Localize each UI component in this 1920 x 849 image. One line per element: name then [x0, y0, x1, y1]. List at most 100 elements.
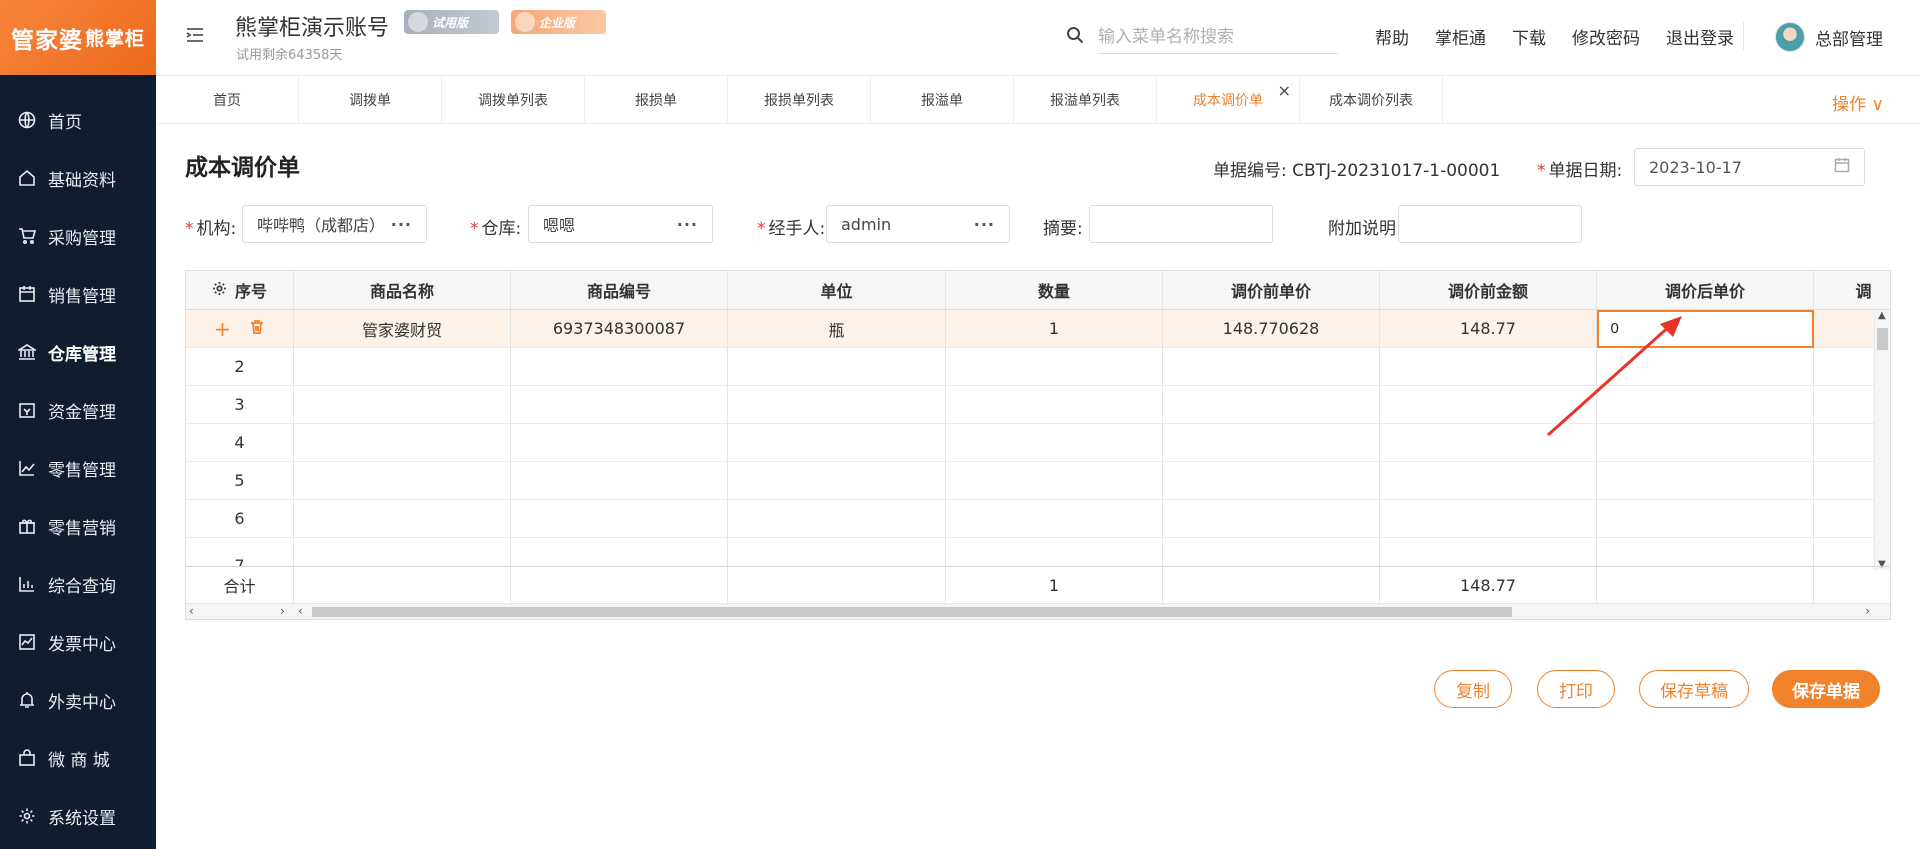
cell-code[interactable] [511, 424, 728, 462]
sidebar-item-finance[interactable]: 资金管理 [0, 381, 156, 439]
tab-loss[interactable]: 报损单 [585, 76, 728, 124]
scroll-left-icon[interactable]: ‹ [298, 604, 303, 618]
scroll-thumb[interactable] [312, 607, 1512, 617]
sidebar-item-invoice[interactable]: 发票中心 [0, 613, 156, 671]
cell-new-price[interactable] [1597, 500, 1814, 538]
cell-code[interactable] [511, 462, 728, 500]
sidebar-item-query[interactable]: 综合查询 [0, 555, 156, 613]
logout-link[interactable]: 退出登录 [1666, 24, 1734, 49]
handler-select[interactable]: admin ··· [826, 205, 1010, 243]
warehouse-select[interactable]: 嗯嗯 ··· [528, 205, 713, 243]
cell-new-price[interactable] [1597, 538, 1814, 567]
cell-unit[interactable] [728, 538, 946, 567]
sidebar-item-retail[interactable]: 零售管理 [0, 439, 156, 497]
note-input[interactable] [1398, 205, 1582, 243]
scroll-right-icon[interactable]: › [280, 604, 285, 618]
sidebar-item-settings[interactable]: 系统设置 [0, 787, 156, 845]
row-number: 6 [186, 500, 294, 538]
ellipsis-icon[interactable]: ··· [974, 215, 995, 234]
cell-unit[interactable] [728, 462, 946, 500]
cell-qty[interactable] [946, 462, 1163, 500]
sidebar-nav: 首页 基础资料 采购管理 销售管理 仓库管理 资金管理 零售管理 零售营销 综合… [0, 75, 156, 845]
ellipsis-icon[interactable]: ··· [677, 215, 698, 234]
add-row-icon[interactable]: + [214, 317, 231, 341]
sidebar-item-retail-marketing[interactable]: 零售营销 [0, 497, 156, 555]
operations-dropdown[interactable]: 操作 ∨ [1832, 90, 1884, 115]
tab-overflow[interactable]: 报溢单 [871, 76, 1014, 124]
sidebar-item-mall[interactable]: 微 商 城 [0, 729, 156, 787]
close-icon[interactable]: × [1278, 81, 1291, 100]
search-icon[interactable] [1066, 26, 1084, 48]
cell-new-price[interactable] [1597, 462, 1814, 500]
cell-name[interactable] [294, 538, 511, 567]
sidebar-item-home[interactable]: 首页 [0, 91, 156, 149]
grid-vertical-scrollbar[interactable]: ▲ ▼ [1874, 310, 1890, 570]
download-link[interactable]: 下载 [1512, 24, 1546, 49]
cell-unit[interactable] [728, 386, 946, 424]
tab-loss-list[interactable]: 报损单列表 [728, 76, 871, 124]
tab-transfer[interactable]: 调拨单 [299, 76, 442, 124]
cell-qty[interactable] [946, 348, 1163, 386]
doc-date-label-text: 单据日期: [1548, 161, 1623, 181]
sidebar-item-warehouse[interactable]: 仓库管理 [0, 323, 156, 381]
sidebar-item-sales[interactable]: 销售管理 [0, 265, 156, 323]
sidebar-item-purchase[interactable]: 采购管理 [0, 207, 156, 265]
copy-button[interactable]: 复制 [1434, 670, 1512, 708]
save-button[interactable]: 保存单据 [1772, 670, 1880, 708]
app-logo[interactable]: 管家婆 熊掌柜 [0, 0, 156, 75]
delete-icon[interactable] [249, 319, 265, 339]
handler-label-text: 经手人: [768, 219, 826, 239]
tab-transfer-list[interactable]: 调拨单列表 [442, 76, 585, 124]
org-select[interactable]: 哔哔鸭（成都店） ··· [242, 205, 427, 243]
user-menu[interactable]: 总部管理 [1775, 22, 1883, 52]
cell-qty[interactable] [946, 386, 1163, 424]
scroll-thumb[interactable] [1877, 328, 1888, 350]
tab-cost-adjust-list[interactable]: 成本调价列表 [1300, 76, 1443, 124]
cell-code[interactable] [511, 538, 728, 567]
cell-name[interactable] [294, 348, 511, 386]
cell-qty[interactable] [946, 500, 1163, 538]
col-new-price-header: 调价后单价 [1597, 271, 1814, 310]
tab-cost-adjust[interactable]: 成本调价单 × [1157, 76, 1300, 124]
cell-name[interactable] [294, 386, 511, 424]
cell-code[interactable] [511, 500, 728, 538]
print-button[interactable]: 打印 [1537, 670, 1615, 708]
cell-unit[interactable] [728, 424, 946, 462]
search-input[interactable] [1098, 20, 1338, 54]
cell-unit[interactable] [728, 500, 946, 538]
zhangguitong-link[interactable]: 掌柜通 [1435, 24, 1486, 49]
sidebar-item-basic-data[interactable]: 基础资料 [0, 149, 156, 207]
grid-horizontal-scrollbar[interactable]: ‹ › ‹ › [186, 603, 1890, 619]
account-name: 熊掌柜演示账号 [235, 16, 390, 41]
sidebar-item-label: 发票中心 [48, 634, 116, 655]
cell-name[interactable] [294, 462, 511, 500]
cell-code[interactable] [511, 348, 728, 386]
page-title: 成本调价单 [185, 155, 300, 181]
tab-overflow-list[interactable]: 报溢单列表 [1014, 76, 1157, 124]
doc-date-field[interactable]: 2023-10-17 [1634, 148, 1865, 186]
cell-unit[interactable] [728, 348, 946, 386]
tab-home[interactable]: 首页 [156, 76, 299, 124]
scroll-up-icon[interactable]: ▲ [1878, 310, 1886, 321]
cell-name[interactable] [294, 424, 511, 462]
cell-code[interactable]: 6937348300087 [511, 310, 728, 348]
cell-qty[interactable] [946, 538, 1163, 567]
cell-unit[interactable]: 瓶 [728, 310, 946, 348]
bag-icon [18, 749, 36, 767]
cell-qty[interactable] [946, 424, 1163, 462]
cell-qty[interactable]: 1 [946, 310, 1163, 348]
menu-toggle-icon[interactable] [184, 24, 206, 46]
cell-code[interactable] [511, 386, 728, 424]
ellipsis-icon[interactable]: ··· [391, 215, 412, 234]
help-link[interactable]: 帮助 [1375, 24, 1409, 49]
save-draft-button[interactable]: 保存草稿 [1639, 670, 1749, 708]
gear-icon[interactable] [212, 281, 235, 300]
summary-input[interactable] [1089, 205, 1273, 243]
sidebar-item-takeout[interactable]: 外卖中心 [0, 671, 156, 729]
cell-name[interactable]: 管家婆财贸 [294, 310, 511, 348]
cell-name[interactable] [294, 500, 511, 538]
scroll-right-icon[interactable]: › [1865, 604, 1870, 618]
scroll-left-icon[interactable]: ‹ [189, 604, 194, 618]
row-number: 4 [186, 424, 294, 462]
change-password-link[interactable]: 修改密码 [1572, 24, 1640, 49]
